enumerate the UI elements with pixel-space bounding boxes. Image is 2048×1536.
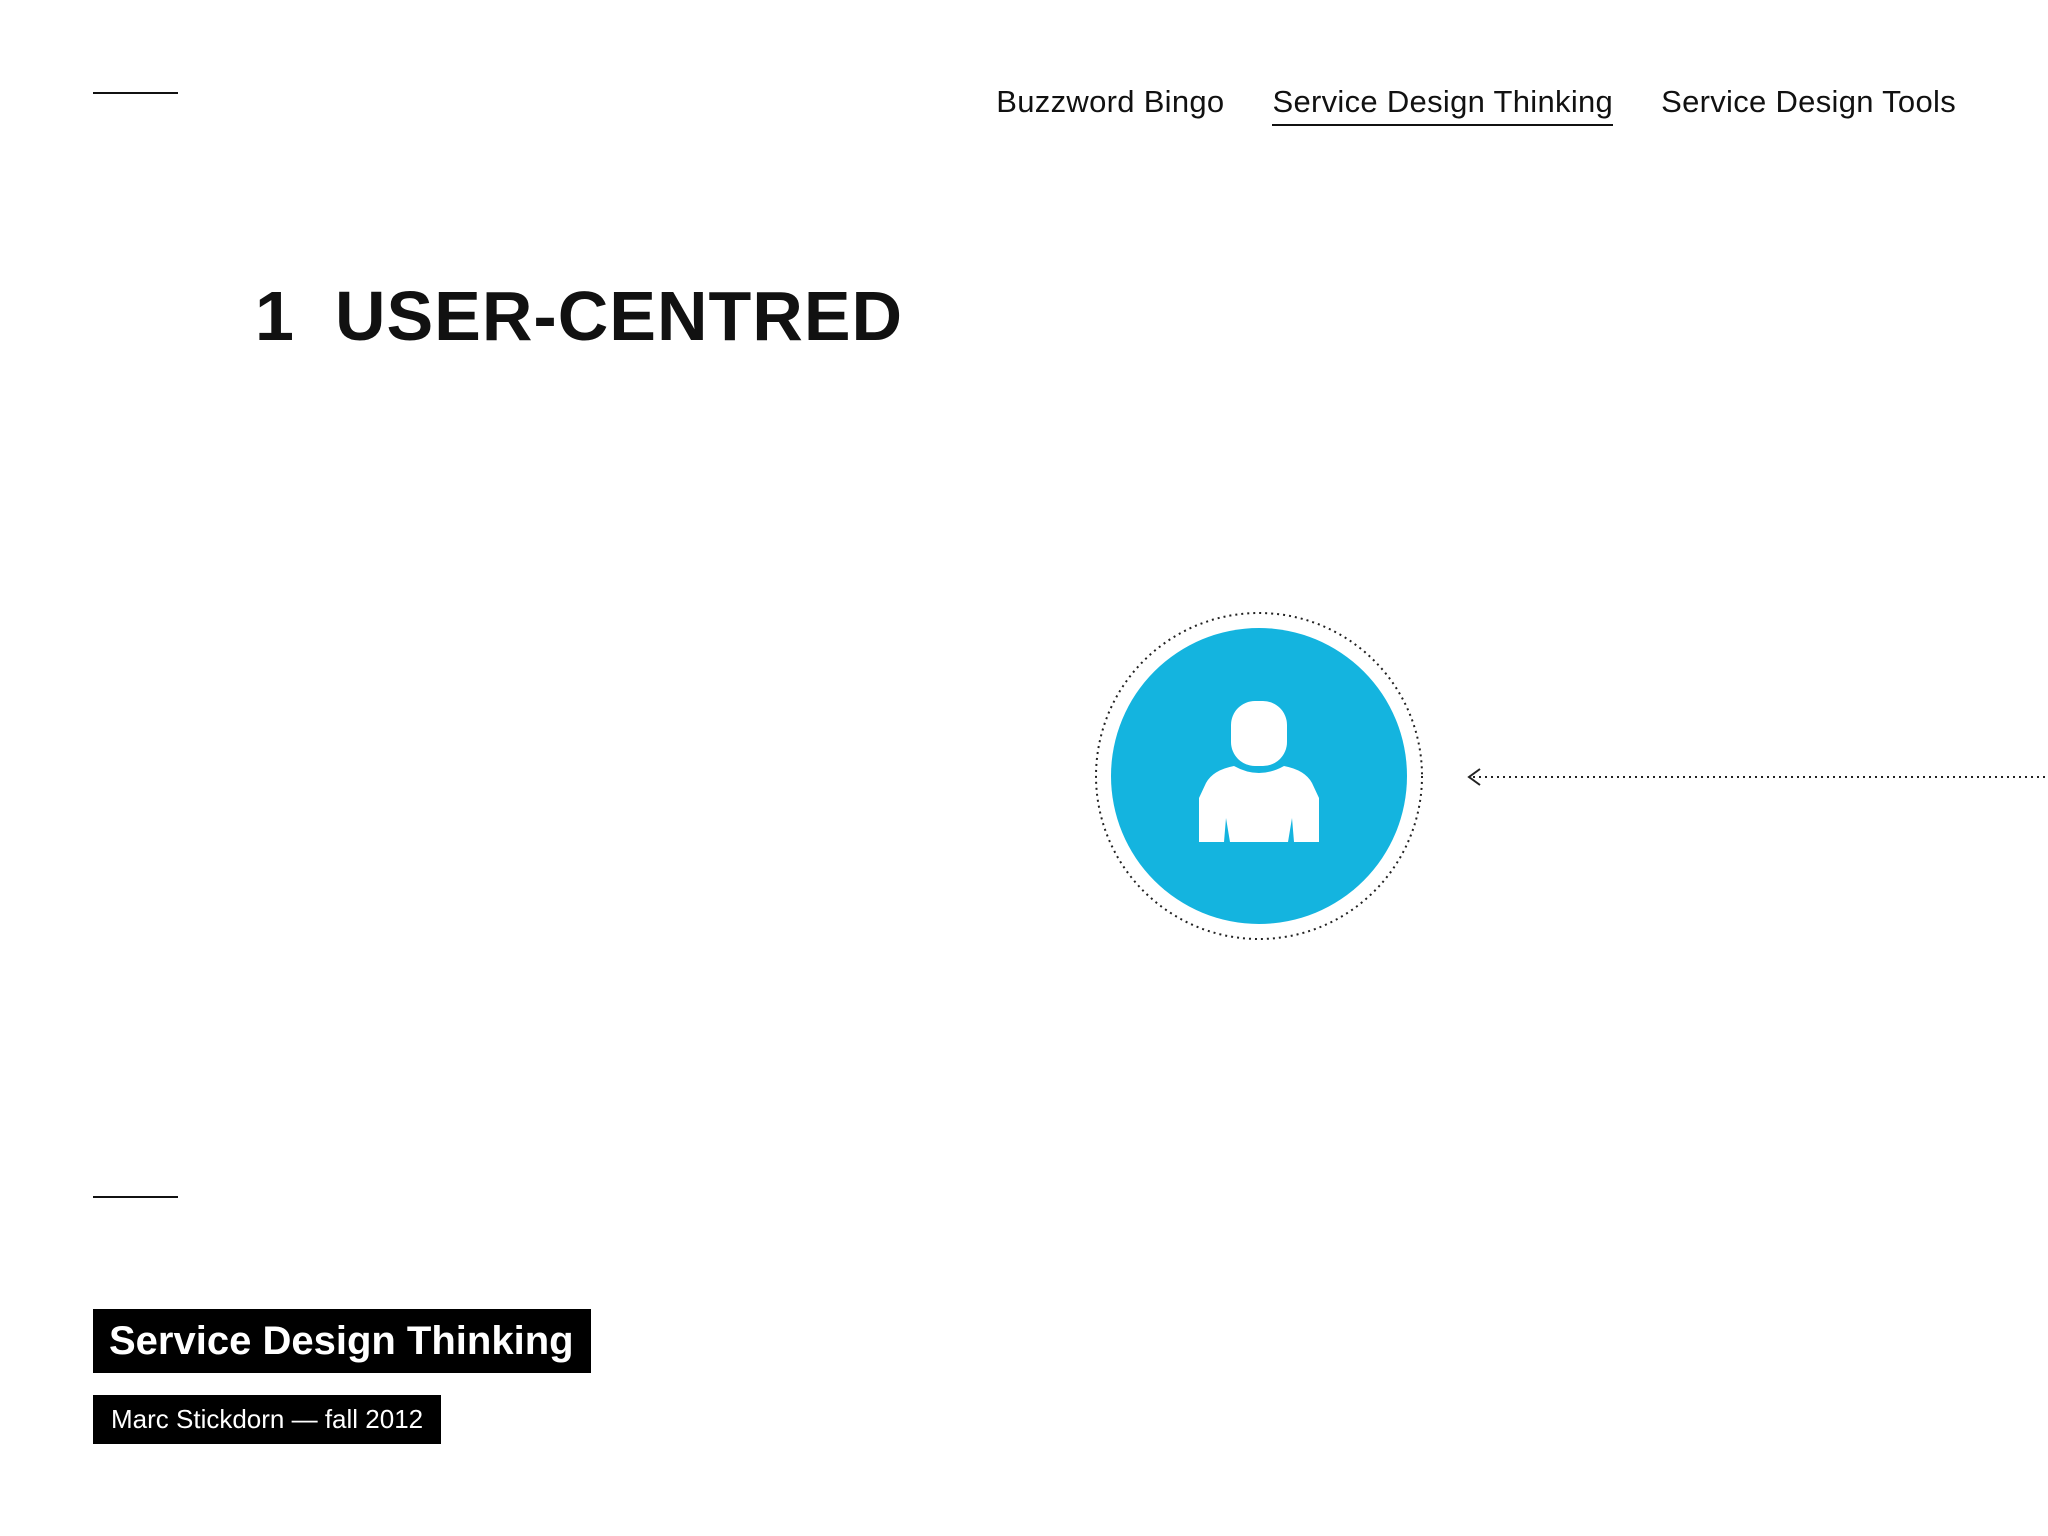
person-icon [1199,701,1319,842]
user-centred-diagram [1095,612,2048,940]
bottom-divider [93,1196,178,1198]
arrow-left-icon [1467,768,2048,786]
section-heading: 1 USER-CENTRED [255,276,903,356]
footer-title: Service Design Thinking [93,1309,591,1373]
section-number: 1 [255,277,295,355]
footer-author: Marc Stickdorn — fall 2012 [93,1395,442,1444]
section-title: USER-CENTRED [334,277,904,355]
nav-item-service-design-thinking[interactable]: Service Design Thinking [1272,84,1614,126]
slide-page: Buzzword Bingo Service Design Thinking S… [0,0,2048,1536]
nav-item-service-design-tools[interactable]: Service Design Tools [1661,84,1956,126]
top-navigation: Buzzword Bingo Service Design Thinking S… [996,84,1956,126]
dotted-orbit-ring [1095,612,1423,940]
user-circle [1111,628,1407,924]
nav-item-buzzword-bingo[interactable]: Buzzword Bingo [996,84,1224,126]
top-divider [93,92,178,94]
